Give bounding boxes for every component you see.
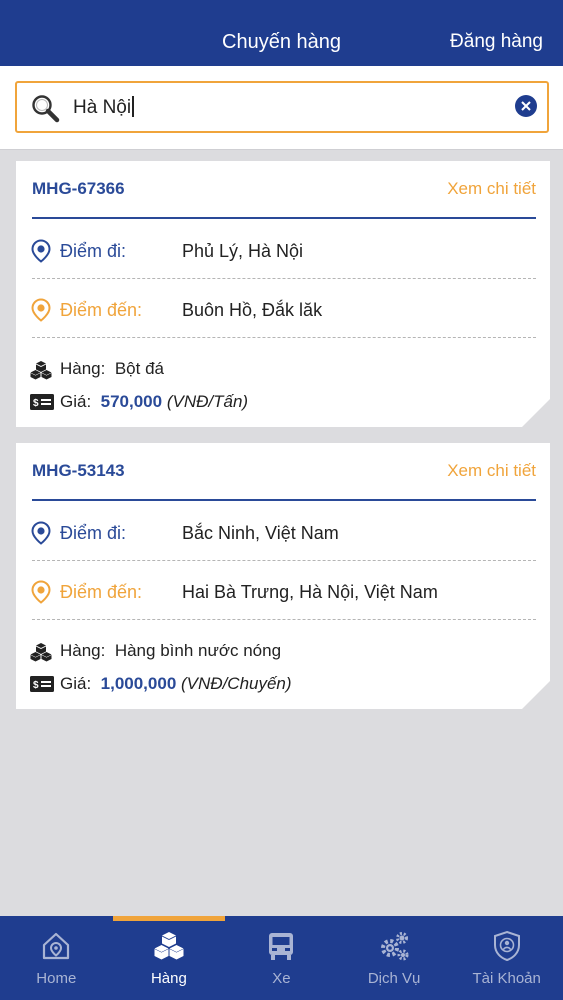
goods-value: Hàng bình nước nóng — [114, 641, 282, 660]
clear-search-button[interactable] — [515, 95, 537, 117]
goods-value: Bột đá — [114, 359, 164, 378]
goods-label: Hàng: — [60, 641, 106, 660]
destination-label: Điểm đến: — [60, 300, 143, 320]
search-input[interactable]: Hà Nội — [15, 81, 549, 133]
active-tab-indicator — [112, 916, 226, 921]
tab-label: Hàng — [150, 970, 187, 987]
svg-text:$: $ — [33, 398, 39, 409]
shipment-card[interactable]: MHG-53143 Xem chi tiết Điểm đi: Bắc Ninh… — [16, 443, 550, 709]
tab-home[interactable]: Home — [0, 916, 113, 1000]
price-value: 1,000,000 — [100, 674, 177, 693]
shipment-code: MHG-53143 — [32, 461, 125, 480]
tab-services[interactable]: Dịch Vụ — [338, 916, 451, 1000]
svg-text:$: $ — [33, 680, 39, 691]
destination-value: Buôn Hồ, Đắk lăk — [182, 300, 323, 320]
price-unit: (VNĐ/Tấn) — [166, 392, 249, 411]
tab-label: Tài Khoản — [472, 970, 541, 987]
destination-row: Điểm đến: Buôn Hồ, Đắk lăk — [30, 280, 536, 338]
boxes-icon — [30, 642, 52, 662]
origin-label: Điểm đi: — [60, 241, 127, 261]
price-value: 570,000 — [100, 392, 163, 411]
price-unit: (VNĐ/Chuyến) — [181, 674, 292, 693]
tab-label: Home — [36, 970, 77, 987]
origin-label: Điểm đi: — [60, 523, 127, 543]
tab-trucks[interactable]: Xe — [225, 916, 338, 1000]
view-detail-link[interactable]: Xem chi tiết — [447, 461, 536, 481]
price-label: Giá: — [60, 674, 92, 693]
location-pin-icon — [30, 580, 52, 604]
tab-goods[interactable]: Hàng — [112, 916, 226, 1000]
card-divider — [32, 499, 536, 501]
cash-icon: $ — [30, 675, 54, 693]
location-pin-icon — [30, 521, 52, 545]
card-divider — [32, 217, 536, 219]
search-value: Hà Nội — [73, 97, 132, 118]
dashed-divider — [32, 337, 536, 338]
location-pin-icon — [30, 239, 52, 263]
boxes-icon — [154, 932, 184, 960]
dashed-divider — [32, 619, 536, 620]
shipment-code: MHG-67366 — [32, 179, 125, 198]
app-header: Chuyến hàng Đăng hàng — [0, 0, 563, 66]
boxes-icon — [30, 360, 52, 380]
dashed-divider — [32, 560, 536, 561]
tab-label: Xe — [272, 970, 291, 987]
destination-label: Điểm đến: — [60, 582, 143, 602]
bottom-tab-bar: Home Hàng Xe Dịch Vụ Tài Khoản — [0, 916, 563, 1000]
search-icon — [32, 95, 60, 123]
location-pin-icon — [30, 298, 52, 322]
price-label: Giá: — [60, 392, 92, 411]
tab-account[interactable]: Tài Khoản — [450, 916, 563, 1000]
origin-row: Điểm đi: Phủ Lý, Hà Nội — [30, 221, 536, 279]
origin-row: Điểm đi: Bắc Ninh, Việt Nam — [30, 503, 536, 561]
goods-label: Hàng: — [60, 359, 106, 378]
tab-label: Dịch Vụ — [367, 970, 421, 987]
origin-value: Bắc Ninh, Việt Nam — [182, 523, 339, 543]
view-detail-link[interactable]: Xem chi tiết — [447, 179, 536, 199]
account-icon — [493, 930, 520, 962]
shipment-card[interactable]: MHG-67366 Xem chi tiết Điểm đi: Phủ Lý, … — [16, 161, 550, 427]
text-caret — [132, 96, 134, 117]
destination-row: Điểm đến: Hai Bà Trưng, Hà Nội, Việt Nam — [30, 562, 536, 620]
cash-icon: $ — [30, 393, 54, 411]
search-bar: Hà Nội — [0, 66, 563, 150]
dashed-divider — [32, 278, 536, 279]
gears-icon — [381, 932, 409, 961]
post-shipment-button[interactable]: Đăng hàng — [450, 31, 543, 53]
destination-value: Hai Bà Trưng, Hà Nội, Việt Nam — [182, 582, 438, 602]
clear-icon — [521, 101, 531, 111]
origin-value: Phủ Lý, Hà Nội — [182, 241, 304, 261]
home-icon — [43, 932, 70, 960]
truck-icon — [269, 933, 294, 960]
